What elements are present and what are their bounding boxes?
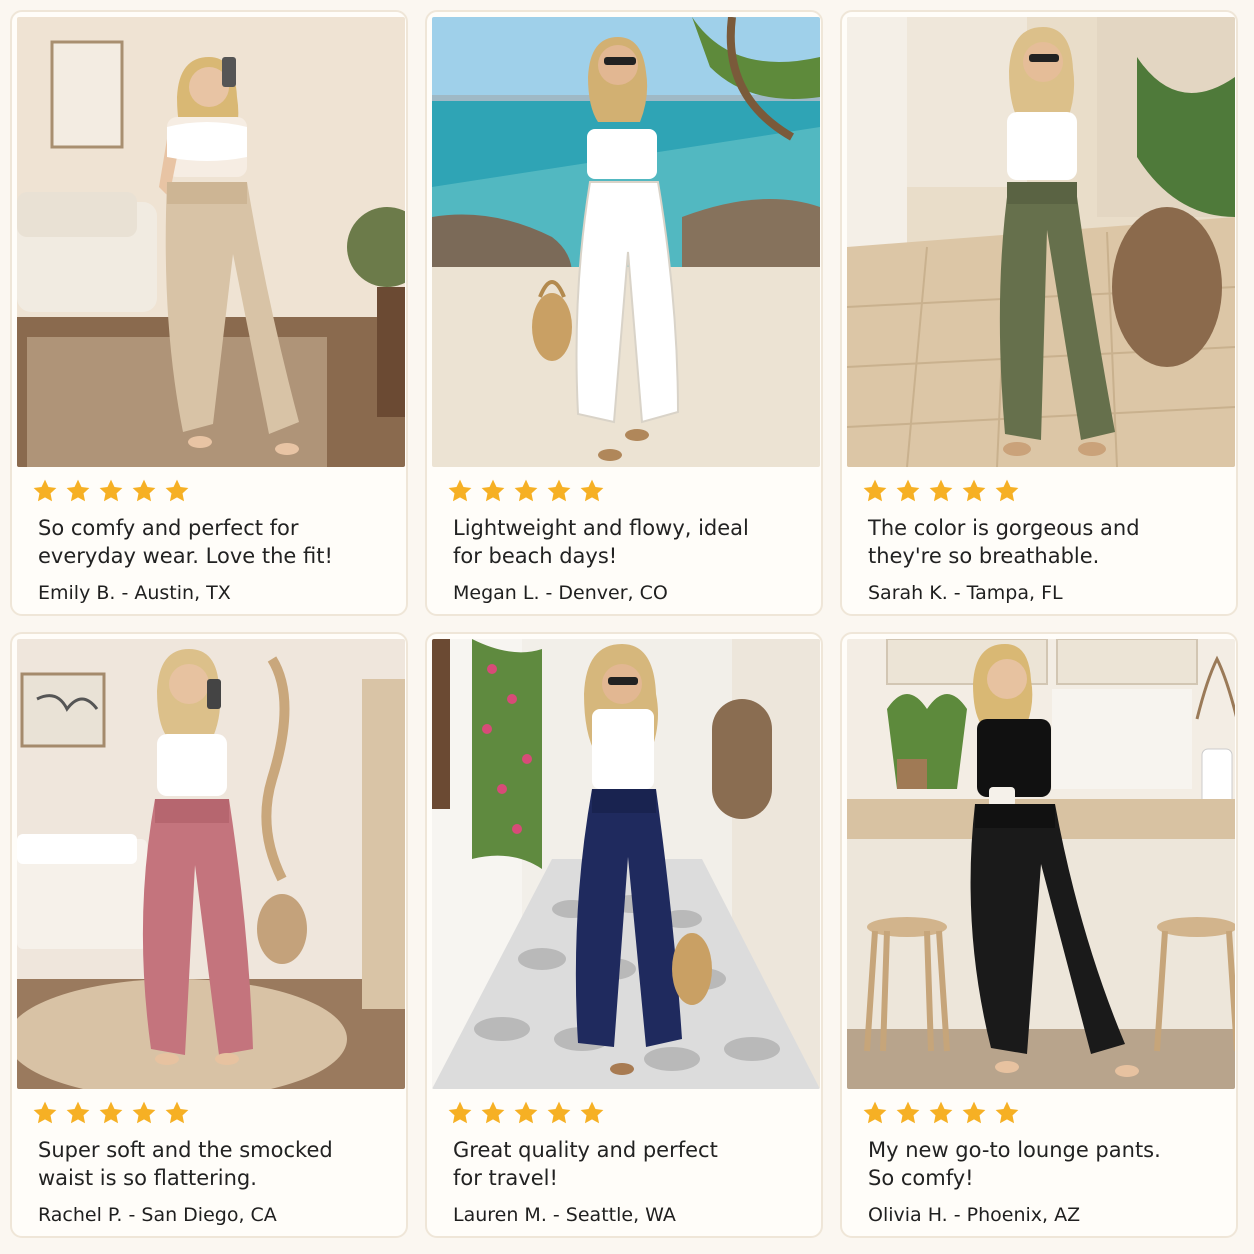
reviewer-name: Megan L. - Denver, CO (453, 582, 668, 604)
review-card: Lightweight and flowy, ideal for beach d… (425, 10, 823, 616)
star-icon (513, 1100, 539, 1126)
star-icon (862, 478, 888, 504)
review-text: Super soft and the smocked waist is so f… (38, 1138, 333, 1190)
star-icon (447, 478, 473, 504)
review-text: So comfy and perfect for everyday wear. … (38, 516, 333, 568)
star-rating (447, 478, 612, 504)
star-rating (447, 1100, 612, 1126)
star-icon (513, 478, 539, 504)
review-photo (432, 17, 820, 467)
star-icon (65, 478, 91, 504)
reviewer-name: Emily B. - Austin, TX (38, 582, 231, 604)
star-icon (98, 1100, 124, 1126)
star-icon (447, 1100, 473, 1126)
star-icon (131, 478, 157, 504)
review-photo (847, 17, 1235, 467)
star-icon (65, 1100, 91, 1126)
reviewer-name: Rachel P. - San Diego, CA (38, 1204, 277, 1226)
star-icon (994, 1100, 1020, 1126)
review-photo (847, 639, 1235, 1089)
reviewer-name: Sarah K. - Tampa, FL (868, 582, 1063, 604)
star-icon (98, 478, 124, 504)
review-photo (17, 17, 405, 467)
review-card: The color is gorgeous and they're so bre… (840, 10, 1238, 616)
star-icon (164, 1100, 190, 1126)
star-rating (862, 478, 1027, 504)
review-card: So comfy and perfect for everyday wear. … (10, 10, 408, 616)
star-rating (32, 1100, 197, 1126)
star-icon (32, 478, 58, 504)
star-icon (480, 1100, 506, 1126)
star-icon (546, 478, 572, 504)
star-rating (862, 1100, 1027, 1126)
review-card: Great quality and perfect for travel! La… (425, 632, 823, 1238)
reviewer-name: Olivia H. - Phoenix, AZ (868, 1204, 1081, 1226)
review-card: My new go-to lounge pants. So comfy! Oli… (840, 632, 1238, 1238)
star-rating (32, 478, 197, 504)
star-icon (579, 1100, 605, 1126)
review-text: Lightweight and flowy, ideal for beach d… (453, 516, 749, 568)
review-photo (432, 639, 820, 1089)
review-photo (17, 639, 405, 1089)
review-text: The color is gorgeous and they're so bre… (868, 516, 1140, 568)
star-icon (961, 478, 987, 504)
star-icon (164, 478, 190, 504)
star-icon (895, 478, 921, 504)
review-text: My new go-to lounge pants. So comfy! (868, 1138, 1161, 1190)
star-icon (928, 478, 954, 504)
star-icon (961, 1100, 987, 1126)
review-text: Great quality and perfect for travel! (453, 1138, 718, 1190)
star-icon (131, 1100, 157, 1126)
star-icon (579, 478, 605, 504)
star-icon (994, 478, 1020, 504)
star-icon (862, 1100, 888, 1126)
star-icon (480, 478, 506, 504)
star-icon (546, 1100, 572, 1126)
review-card: Super soft and the smocked waist is so f… (10, 632, 408, 1238)
reviewer-name: Lauren M. - Seattle, WA (453, 1204, 676, 1226)
star-icon (895, 1100, 921, 1126)
star-icon (32, 1100, 58, 1126)
star-icon (928, 1100, 954, 1126)
